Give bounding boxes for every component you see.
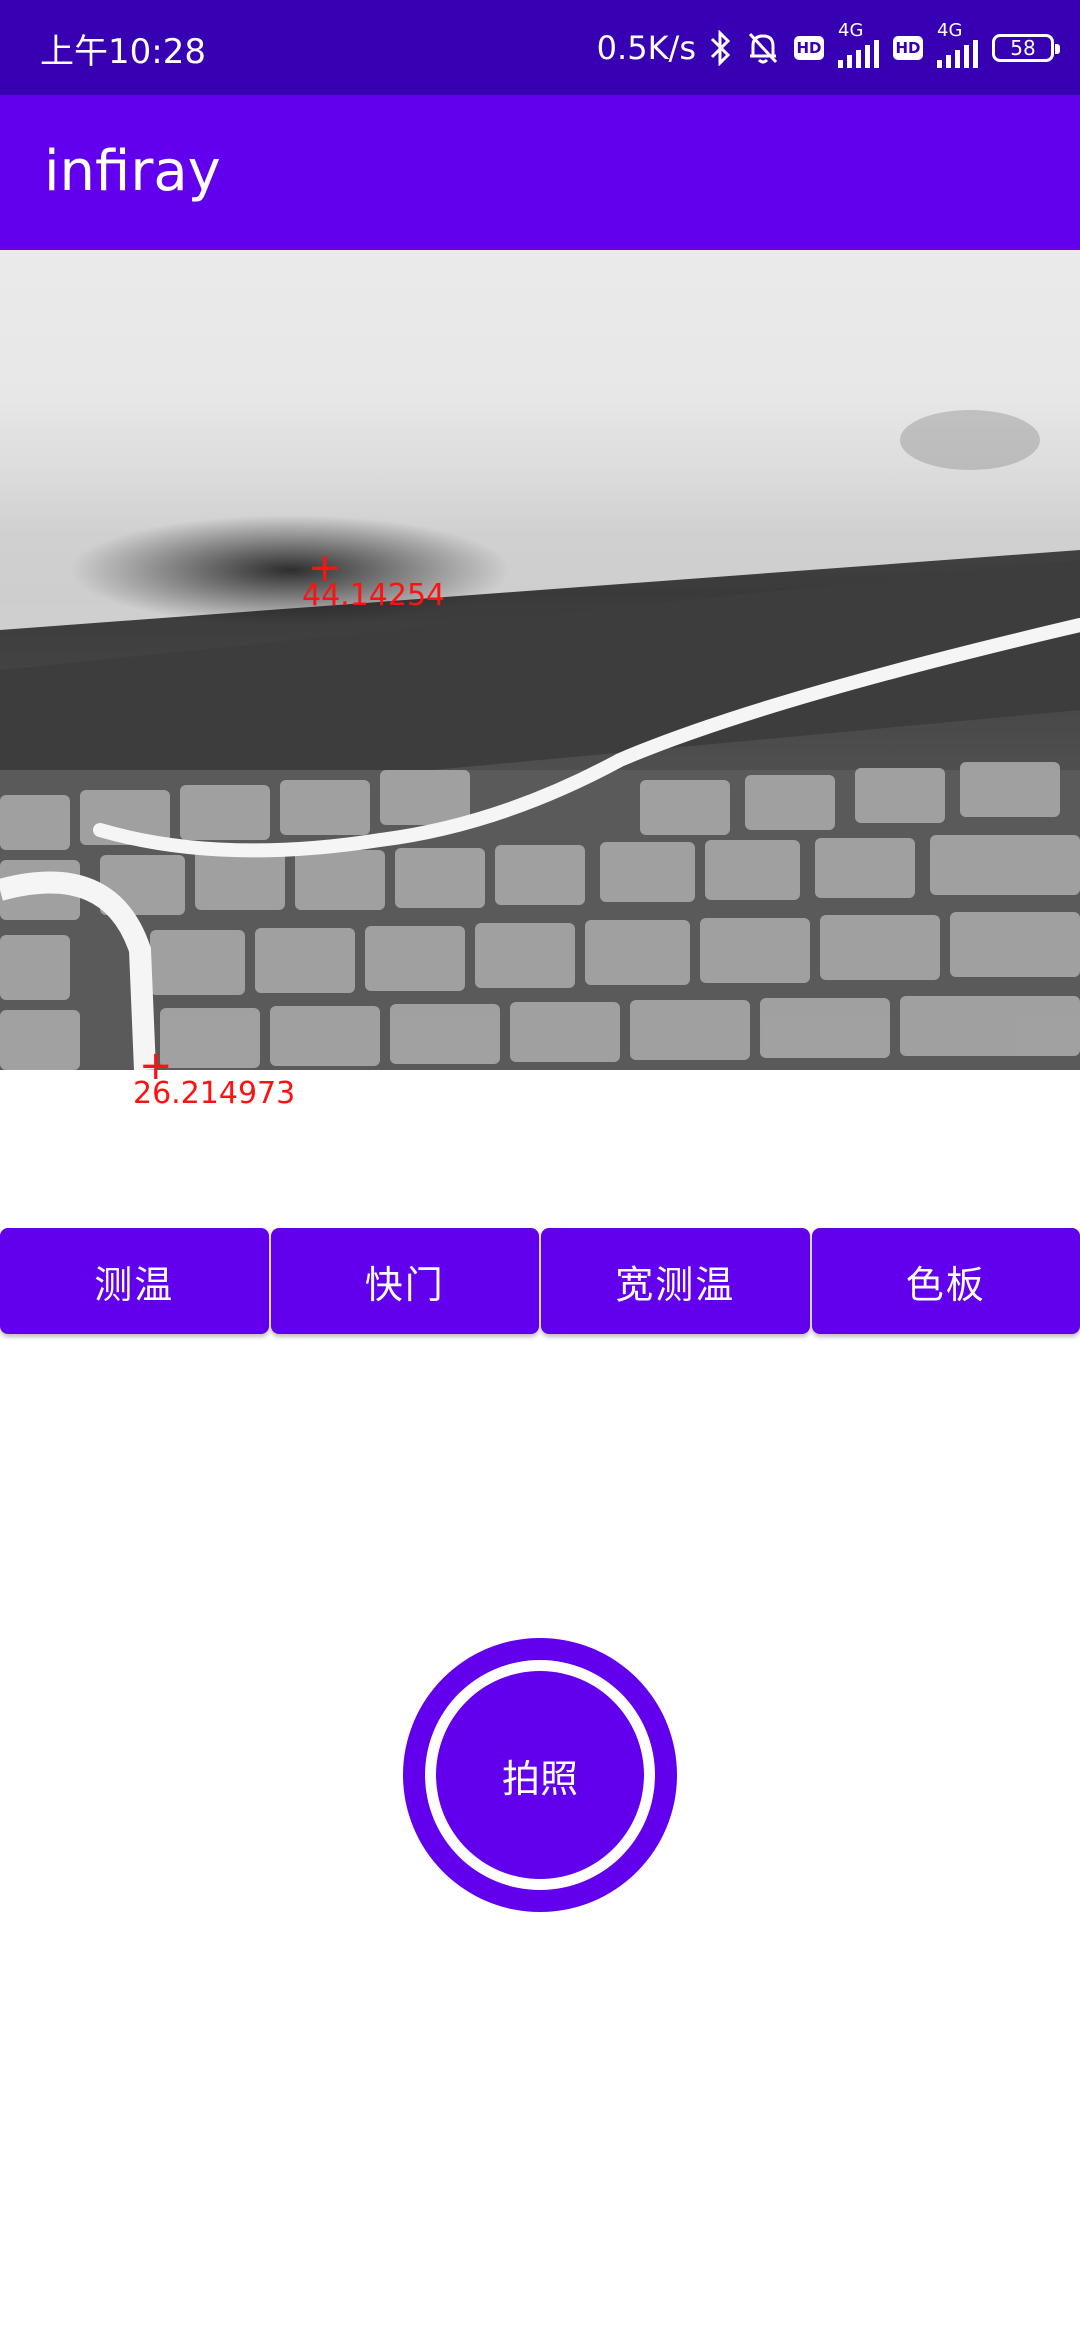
battery-level: 58 (1010, 36, 1036, 60)
hd-badge: HD (794, 36, 824, 60)
signal-icon-2: 4G (937, 20, 978, 68)
signal-icon: 4G (838, 20, 879, 68)
app-bar: infiray (0, 95, 1080, 250)
wide-measure-temp-button[interactable]: 宽测温 (541, 1228, 810, 1334)
temperature-label: 26.214973 (133, 1076, 296, 1111)
status-bar: 上午10:28 0.5K/s HD 4G HD 4G 58 (0, 0, 1080, 95)
network-speed: 0.5K/s (596, 29, 696, 67)
shutter-button[interactable]: 快门 (270, 1228, 539, 1334)
status-icons: 0.5K/s HD 4G HD 4G 58 (596, 20, 1060, 76)
capture-button-ring: 拍照 (425, 1660, 655, 1890)
control-buttons: 测温 快门 宽测温 色板 (0, 1228, 1080, 1334)
bluetooth-icon (710, 30, 732, 66)
bell-off-icon (746, 30, 780, 66)
capture-button[interactable]: 拍照 (403, 1638, 677, 1912)
temperature-label: 44.14254 (302, 578, 446, 613)
thermal-camera-view[interactable]: + 44.14254 (0, 250, 1080, 1070)
status-time: 上午10:28 (40, 32, 206, 72)
battery-icon: 58 (992, 34, 1060, 62)
measure-temp-button[interactable]: 测温 (0, 1228, 269, 1334)
app-title: infiray (44, 139, 221, 204)
capture-button-label: 拍照 (436, 1671, 644, 1879)
hd-badge-2: HD (893, 36, 923, 60)
thermal-image (0, 250, 1080, 1070)
palette-button[interactable]: 色板 (811, 1228, 1080, 1334)
